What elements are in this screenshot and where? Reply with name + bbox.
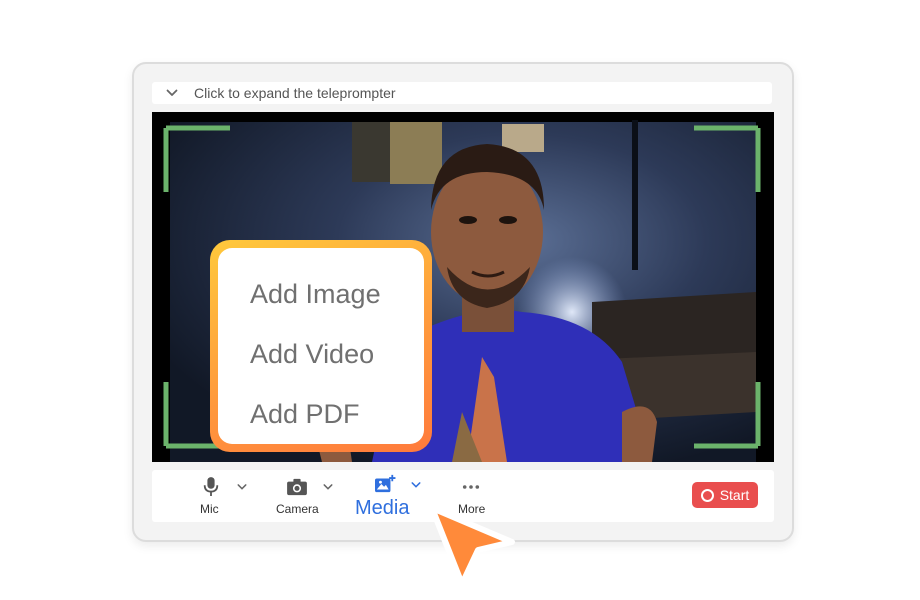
start-label: Start [719,487,750,503]
camera-options-chevron-icon[interactable] [322,482,334,492]
camera-control[interactable]: Camera [272,470,352,522]
start-recording-button[interactable]: Start [692,482,758,508]
teleprompter-bar[interactable]: Click to expand the teleprompter [152,82,772,104]
mic-control[interactable]: Mic [192,470,258,522]
teleprompter-label: Click to expand the teleprompter [194,85,396,101]
pointer-arrow-icon [429,505,515,587]
more-dots-icon[interactable] [462,484,480,490]
camera-icon[interactable] [286,478,308,496]
image-plus-icon[interactable] [374,474,396,494]
add-video-option[interactable]: Add Video [250,339,374,370]
media-dropdown-panel: Add Image Add Video Add PDF [218,248,424,444]
media-dropdown-menu: Add Image Add Video Add PDF [210,240,432,452]
media-options-chevron-icon[interactable] [410,480,422,490]
chevron-down-icon[interactable] [166,87,178,99]
add-pdf-option[interactable]: Add PDF [250,399,360,430]
record-icon [700,488,714,502]
add-image-option[interactable]: Add Image [250,279,381,310]
mic-options-chevron-icon[interactable] [236,482,248,492]
mic-label: Mic [200,502,219,516]
microphone-icon[interactable] [202,476,220,498]
media-label: Media [355,497,410,519]
camera-label: Camera [276,502,319,516]
